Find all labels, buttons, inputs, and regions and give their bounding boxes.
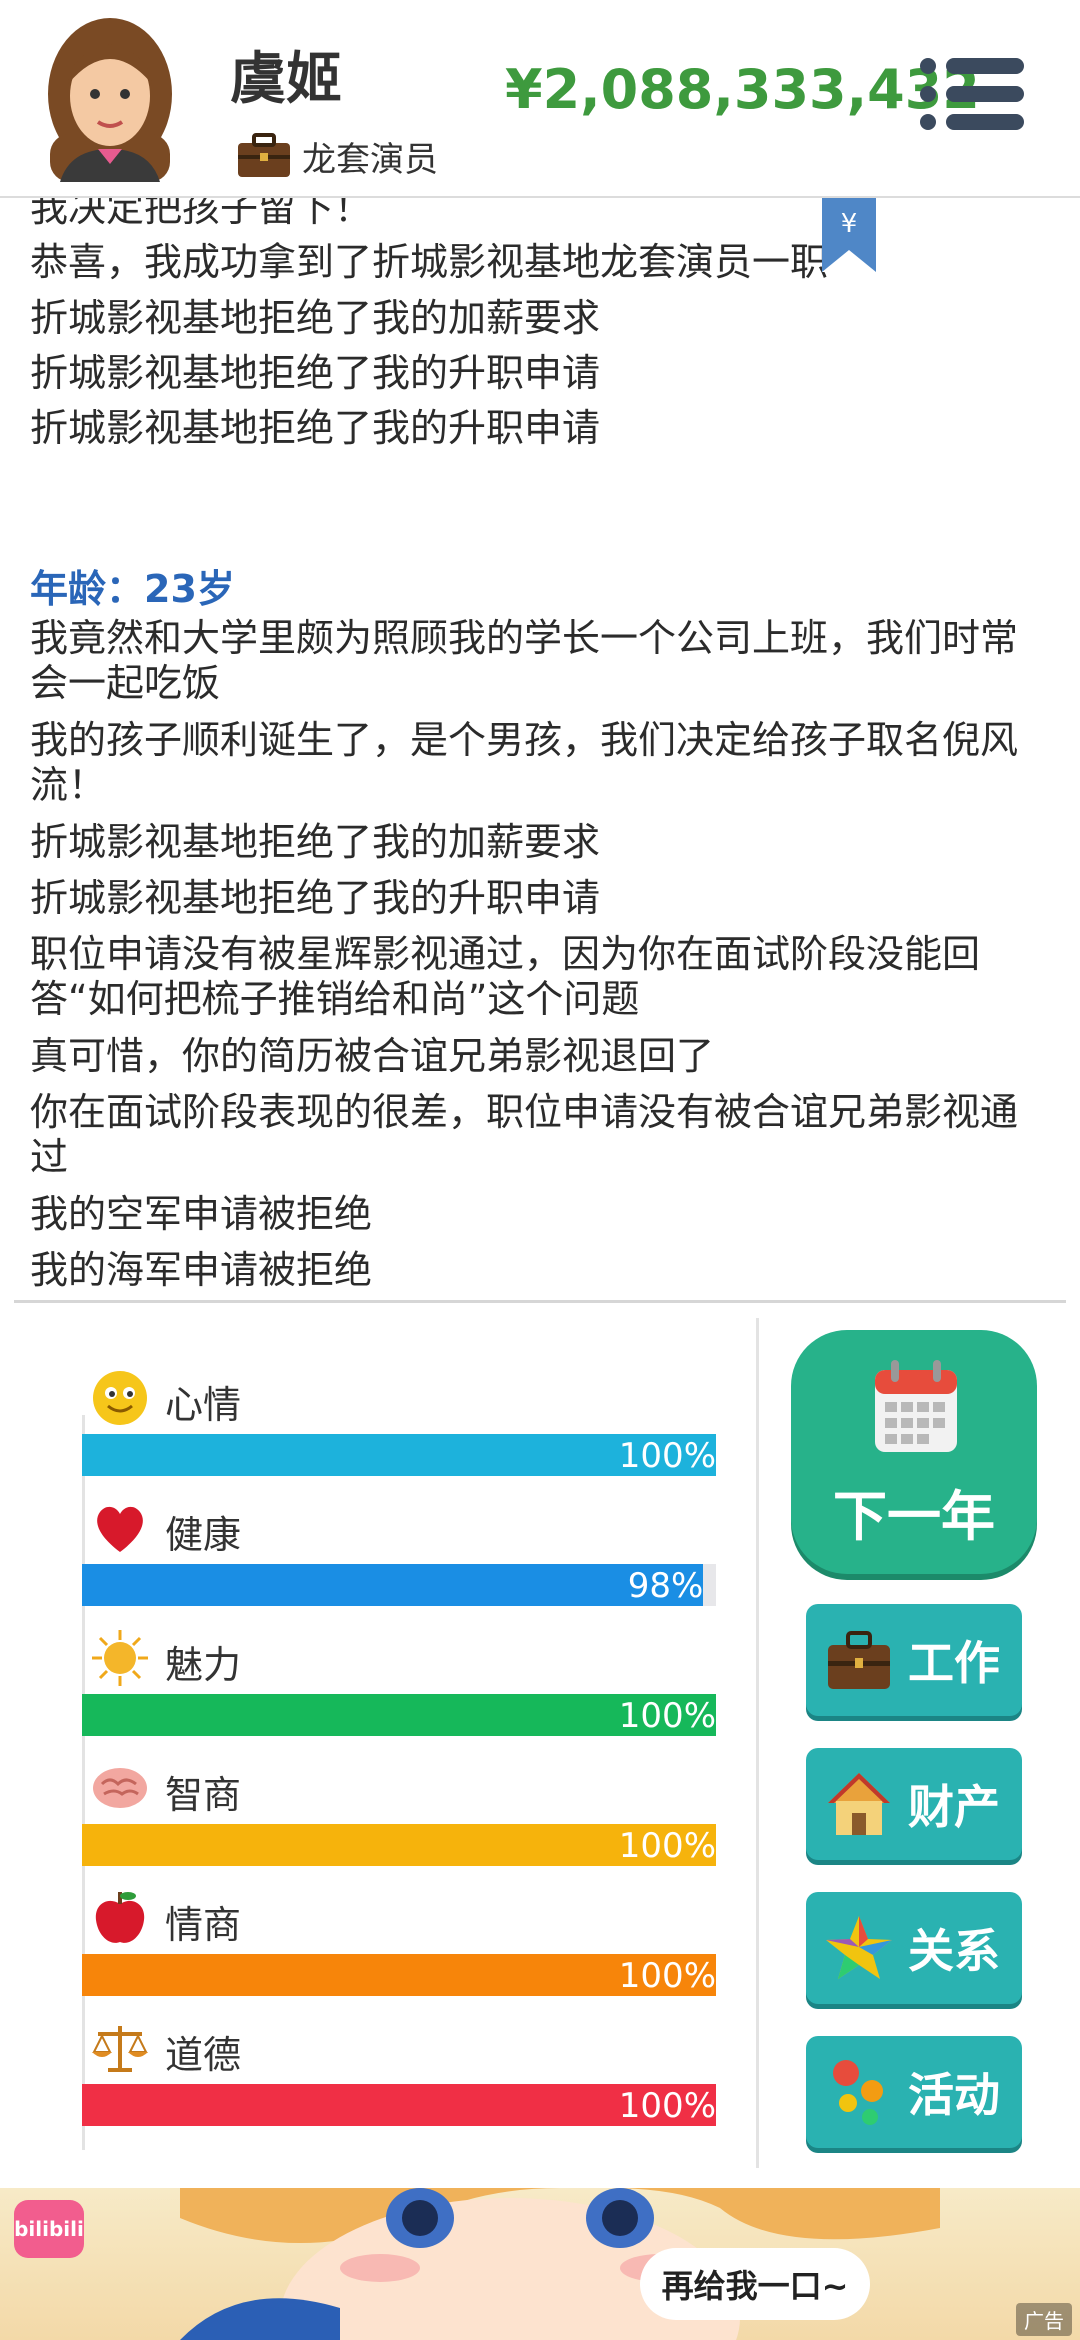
- next-year-label: 下一年: [833, 1485, 995, 1548]
- log-line: 真可惜，你的简历被合谊兄弟影视退回了: [30, 1034, 715, 1078]
- log-line: 职位申请没有被星辉影视通过，因为你在面试阶段没能回答“如何把梳子推销给和尚”这个…: [30, 932, 981, 1021]
- stat-percent: 100%: [618, 1826, 716, 1866]
- stat-bar: 98%: [82, 1564, 716, 1606]
- stat-label: 情商: [165, 1903, 242, 1947]
- divider: [756, 1318, 759, 2168]
- relations-label: 关系: [908, 1924, 1000, 1978]
- stat-label: 魅力: [165, 1643, 242, 1687]
- stat-bar: 100%: [82, 1954, 716, 1996]
- log-line: 你在面试阶段表现的很差，职位申请没有被合谊兄弟影视通过: [30, 1090, 1019, 1179]
- heart-icon: [97, 1506, 143, 1552]
- stat-percent: 98%: [627, 1566, 704, 1606]
- log-line: 折城影视基地拒绝了我的加薪要求: [30, 296, 601, 340]
- property-button[interactable]: 财产: [806, 1748, 1022, 1860]
- briefcase-icon: [238, 133, 290, 177]
- menu-icon[interactable]: [920, 56, 1024, 132]
- stat-bar: 100%: [82, 1434, 716, 1476]
- character-name: 虞姬: [230, 47, 342, 112]
- svg-text:¥: ¥: [841, 209, 858, 239]
- activities-label: 活动: [908, 2068, 1000, 2122]
- age-heading: 年龄：23岁: [30, 567, 235, 611]
- log-line: 折城影视基地拒绝了我的升职申请: [30, 351, 601, 395]
- next-year-button[interactable]: 下一年: [791, 1330, 1037, 1574]
- yen-tab-icon[interactable]: ¥: [822, 198, 876, 272]
- stat-percent: 100%: [618, 1696, 716, 1736]
- stat-bar-fill: 100%: [82, 2084, 716, 2126]
- work-button[interactable]: 工作: [806, 1604, 1022, 1716]
- stat-label: 道德: [165, 2033, 242, 2077]
- stat-percent: 100%: [618, 1436, 716, 1476]
- stat-percent: 100%: [618, 2086, 716, 2126]
- log-line: 折城影视基地拒绝了我的升职申请: [30, 406, 601, 450]
- event-log[interactable]: 我决定把孩子留下！ 恭喜，我成功拿到了折城影视基地龙套演员一职 折城影视基地拒绝…: [0, 198, 1080, 1300]
- log-line: 折城影视基地拒绝了我的加薪要求: [30, 820, 601, 864]
- money-amount: ¥2,088,333,432: [505, 58, 980, 121]
- log-line: 折城影视基地拒绝了我的升职申请: [30, 876, 601, 920]
- apple-icon: [95, 1892, 145, 1943]
- property-label: 财产: [908, 1780, 1000, 1834]
- stat-bar: 100%: [82, 1824, 716, 1866]
- log-line: 我的孩子顺利诞生了，是个男孩，我们决定给孩子取名倪风流！: [30, 718, 1019, 807]
- stat-bar-fill: 100%: [82, 1694, 716, 1736]
- divider: [14, 1300, 1066, 1303]
- log-line: 我决定把孩子留下！: [30, 198, 373, 230]
- log-line: 我的空军申请被拒绝: [30, 1192, 373, 1236]
- avatar[interactable]: [40, 14, 180, 182]
- stat-percent: 100%: [618, 1956, 716, 1996]
- log-line: 恭喜，我成功拿到了折城影视基地龙套演员一职: [30, 240, 829, 284]
- stat-bar: 100%: [82, 2084, 716, 2126]
- stat-bar-fill: 100%: [82, 1954, 716, 1996]
- activities-button[interactable]: 活动: [806, 2036, 1022, 2148]
- stat-label: 健康: [165, 1513, 242, 1557]
- log-line: 我的海军申请被拒绝: [30, 1248, 373, 1292]
- activity-dots-icon: [833, 2060, 883, 2125]
- briefcase-icon: [828, 1631, 890, 1689]
- ad-banner[interactable]: bilibili 再给我一口~ 广告: [0, 2188, 1080, 2340]
- work-label: 工作: [908, 1636, 1000, 1690]
- scales-icon: [92, 2026, 148, 2072]
- stat-bar-fill: 100%: [82, 1824, 716, 1866]
- job-info: 龙套演员: [236, 128, 438, 184]
- stat-bar-fill: 98%: [82, 1564, 704, 1606]
- stat-bar-fill: 100%: [82, 1434, 716, 1476]
- ad-speech-bubble: 再给我一口~: [640, 2248, 870, 2320]
- stat-label: 智商: [165, 1773, 242, 1817]
- relations-button[interactable]: 关系: [806, 1892, 1022, 2004]
- smiley-icon: [93, 1371, 147, 1425]
- stat-bar: 100%: [82, 1694, 716, 1736]
- bilibili-logo: bilibili: [14, 2200, 84, 2258]
- star-icon: [826, 1916, 892, 1979]
- calendar-icon: [875, 1360, 957, 1452]
- brain-icon: [93, 1768, 147, 1808]
- log-line: 我竟然和大学里颇为照顾我的学长一个公司上班，我们时常会一起吃饭: [30, 616, 1019, 705]
- sun-icon: [92, 1630, 148, 1686]
- header: 虞姬 龙套演员 ¥2,088,333,432: [0, 0, 1080, 198]
- job-title: 龙套演员: [302, 139, 438, 180]
- ad-tag: 广告: [1016, 2303, 1072, 2336]
- house-icon: [828, 1773, 890, 1835]
- stat-label: 心情: [165, 1383, 242, 1427]
- axis-line: [82, 1415, 85, 2150]
